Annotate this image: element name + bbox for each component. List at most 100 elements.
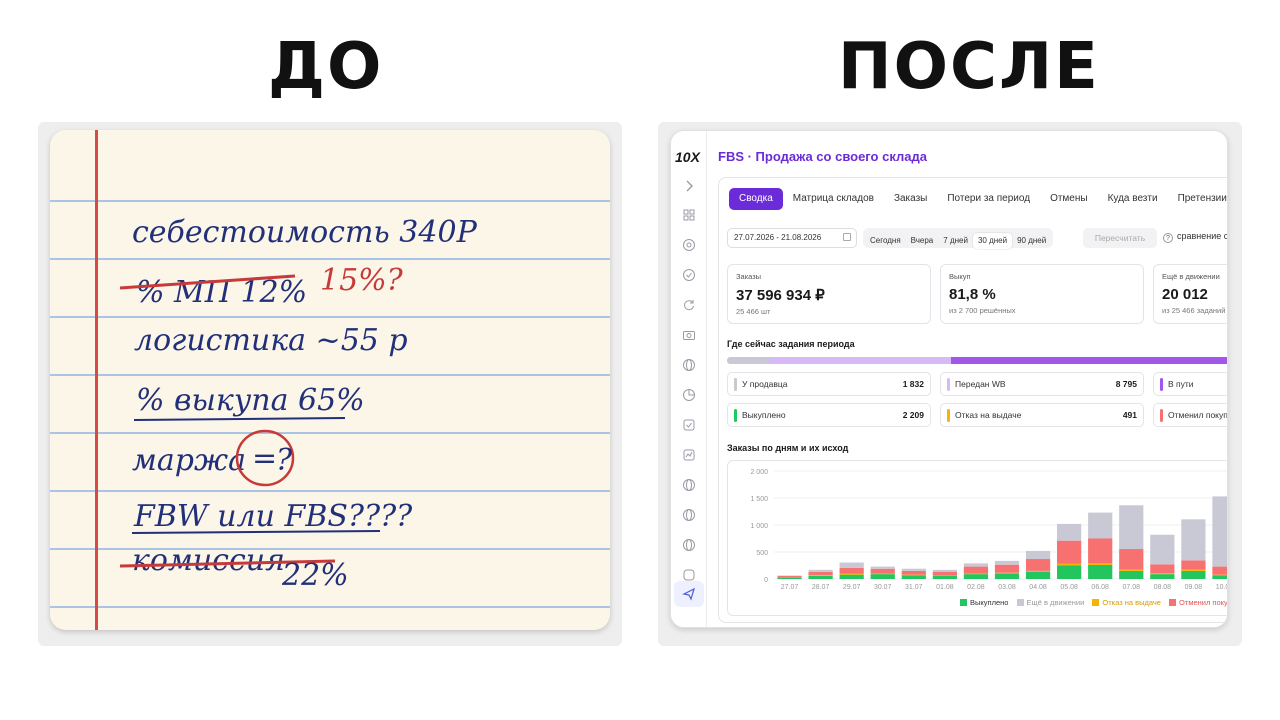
legend-swatch — [1016, 599, 1024, 606]
x-tick-label: 10.08 — [1216, 584, 1228, 591]
stat-passed-wb: Передан WB 8 795 — [940, 372, 1144, 396]
send-icon[interactable] — [682, 587, 696, 601]
app-logo[interactable]: 10X — [675, 149, 700, 165]
tab-claims[interactable]: Претензии — [1168, 188, 1227, 210]
main-panel: Сводка Матрица складов Заказы Потери за пер… — [718, 177, 1228, 623]
camera-icon[interactable] — [682, 328, 696, 342]
note-line-fbw-fbs: FBW или FBS???? — [133, 499, 413, 534]
coin-icon[interactable] — [682, 238, 696, 252]
kpi-label: Выкуп — [949, 272, 971, 281]
globe-icon[interactable] — [682, 538, 696, 552]
y-tick-label: 500 — [756, 550, 768, 557]
box-icon[interactable] — [682, 568, 696, 582]
y-tick-label: 1 500 — [750, 496, 768, 503]
recalculate-button[interactable]: Пересчитать — [1083, 228, 1157, 248]
bar-0-07.08 — [1119, 570, 1144, 579]
kpi-value: 37 596 934 ₽ — [736, 287, 825, 304]
bar-3-06.08 — [1088, 512, 1113, 539]
kpi-value: 20 012 — [1162, 286, 1208, 303]
x-tick-label: 03.08 — [998, 584, 1016, 591]
chart-icon[interactable] — [682, 448, 696, 462]
globe-icon[interactable] — [682, 508, 696, 522]
stat-value: 491 — [1122, 410, 1137, 420]
grid-icon[interactable] — [682, 208, 696, 222]
bar-1-07.08 — [1119, 569, 1144, 571]
note-line-margin: маржа — [132, 443, 246, 478]
tab-losses[interactable]: Потери за период — [937, 188, 1040, 210]
stat-name: В пути — [1168, 379, 1194, 389]
stat-value: 1 832 — [902, 379, 924, 389]
tab-warehouse-matrix[interactable]: Матрица складов — [783, 188, 884, 210]
bar-3-31.07 — [901, 568, 926, 571]
x-tick-label: 29.07 — [843, 584, 861, 591]
bar-1-10.08 — [1212, 574, 1227, 576]
y-tick-label: 0 — [764, 577, 768, 584]
x-tick-label: 02.08 — [967, 584, 985, 591]
stat-color-bar — [947, 378, 950, 391]
bar-2-29.07 — [839, 567, 864, 574]
period-yesterday[interactable]: Вчера — [906, 233, 939, 249]
period-today[interactable]: Сегодня — [865, 233, 906, 249]
tab-where-to-ship[interactable]: Куда везти — [1098, 188, 1168, 210]
stat-name: Отменил покупатель — [1168, 410, 1228, 420]
bar-0-02.08 — [963, 574, 989, 579]
period-7-days[interactable]: 7 дней — [938, 233, 973, 249]
globe-icon[interactable] — [682, 478, 696, 492]
tab-orders[interactable]: Заказы — [884, 188, 937, 210]
legend-label: Отказ на выдаче — [1102, 598, 1161, 607]
bar-2-06.08 — [1088, 538, 1113, 564]
check-circle-icon[interactable] — [682, 268, 696, 282]
bar-1-31.07 — [901, 574, 926, 576]
legend-swatch — [1092, 599, 1100, 606]
bar-3-28.07 — [808, 569, 833, 572]
note-margin-question: ? — [276, 443, 293, 478]
bar-2-30.07 — [870, 568, 895, 574]
tab-cancellations[interactable]: Отмены — [1040, 188, 1098, 210]
compare-toggle-label[interactable]: сравнение с — [1177, 231, 1227, 241]
bar-1-03.08 — [994, 572, 1020, 574]
globe-icon[interactable] — [682, 358, 696, 372]
bar-1-28.07 — [808, 575, 833, 576]
x-tick-label: 30.07 — [874, 584, 892, 591]
bar-3-27.07 — [777, 575, 802, 577]
bar-2-02.08 — [963, 566, 989, 574]
progress-segment — [768, 357, 951, 364]
refresh-icon[interactable] — [682, 298, 696, 312]
bar-0-29.07 — [839, 574, 864, 579]
check-square-icon[interactable] — [682, 418, 696, 432]
bar-0-10.08 — [1212, 575, 1227, 579]
bar-3-05.08 — [1057, 523, 1082, 541]
bar-2-03.08 — [994, 564, 1020, 573]
tasks-progress-bar — [727, 357, 1227, 364]
kpi-sub: из 2 700 решённых — [949, 306, 1016, 315]
notebook-page: себестоимость 340Р % МП 12% 15%? логисти… — [50, 130, 610, 630]
stat-color-bar — [734, 378, 737, 391]
tab-summary[interactable]: Сводка — [729, 188, 783, 210]
bar-1-06.08 — [1088, 563, 1113, 565]
chart-legend: Выкуплено Ещё в движении Отказ на выдаче… — [954, 598, 1228, 607]
stat-refused: Отказ на выдаче 491 — [940, 403, 1144, 427]
help-icon[interactable]: ? — [1163, 233, 1173, 243]
tasks-section-title: Где сейчас задания периода — [727, 339, 855, 349]
handwriting: себестоимость 340Р % МП 12% 15%? логисти… — [119, 215, 478, 593]
stat-in-transit: В пути — [1153, 372, 1227, 396]
note-line-buyout: % выкупа 65% — [136, 383, 365, 418]
period-90-days[interactable]: 90 дней — [1012, 233, 1051, 249]
bar-2-28.07 — [808, 571, 833, 576]
x-tick-label: 01.08 — [936, 584, 954, 591]
chevron-right-icon[interactable] — [682, 179, 696, 193]
date-range-picker[interactable]: 27.07.2026 - 21.08.2026 — [727, 228, 857, 248]
x-tick-label: 07.08 — [1123, 584, 1141, 591]
y-tick-label: 2 000 — [750, 469, 768, 476]
stat-name: Отказ на выдаче — [955, 410, 1022, 420]
bar-0-03.08 — [994, 573, 1020, 579]
orders-chart-svg: 0 500 1 000 1 500 2 000 27.07 28.07 29.07 30.07 3… — [750, 469, 1228, 591]
bar-3-03.08 — [994, 560, 1020, 565]
kpi-value: 81,8 % — [949, 286, 996, 303]
pie-icon[interactable] — [682, 388, 696, 402]
kpi-label: Заказы — [736, 272, 762, 281]
legend-label: Отменил покупатель — [1179, 598, 1228, 607]
period-30-days[interactable]: 30 дней — [972, 233, 1013, 249]
note-margin-equals: = — [252, 441, 277, 476]
note-correction-mp: 15%? — [320, 263, 404, 298]
